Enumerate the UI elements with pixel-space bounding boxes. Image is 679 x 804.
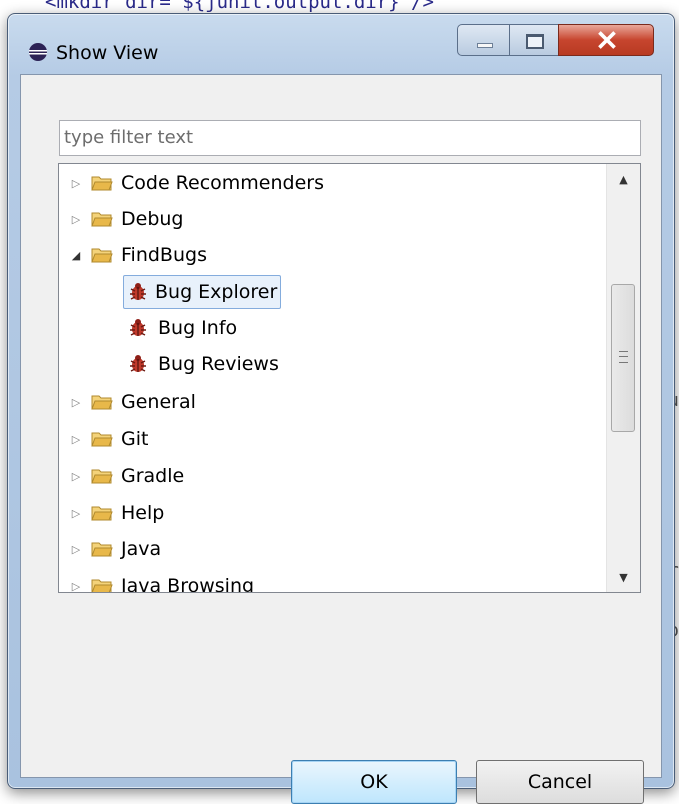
scroll-down-arrow-icon[interactable]: ▼ (607, 562, 640, 592)
vertical-scrollbar[interactable]: ▲ ▼ (606, 164, 640, 592)
selection-highlight: Bug Explorer (123, 275, 282, 309)
view-tree[interactable]: ▷ Code Recommenders ▷ Debug ◢ FindBugs B (58, 163, 641, 593)
folder-icon (91, 212, 113, 227)
tree-item-label: FindBugs (121, 244, 207, 266)
editor-top-code: <mkdir dir="${junit.output.dir}"/> (45, 0, 434, 13)
expand-arrow-icon[interactable]: ▷ (69, 542, 83, 556)
scroll-thumb[interactable] (611, 284, 635, 432)
tree-item-bug-explorer[interactable]: Bug Explorer (123, 274, 282, 310)
tree-item-label: Bug Info (158, 317, 238, 339)
expand-arrow-icon[interactable]: ▷ (69, 469, 83, 483)
tree-item-label: Java Browsing (121, 575, 255, 593)
cancel-button[interactable]: Cancel (476, 760, 644, 804)
folder-icon (91, 248, 113, 263)
folder-icon (91, 176, 113, 191)
tree-item-label: General (121, 391, 196, 413)
tree-item-java-browsing[interactable]: ▷ Java Browsing (69, 568, 257, 593)
expand-arrow-icon[interactable]: ▷ (69, 432, 83, 446)
grip-icon (619, 351, 628, 363)
tree-item-gradle[interactable]: ▷ Gradle (69, 458, 187, 494)
tree-item-label: Debug (121, 208, 184, 230)
tree-item-debug[interactable]: ▷ Debug (69, 201, 186, 237)
tree-item-label: Gradle (121, 465, 185, 487)
tree-item-code-recommenders[interactable]: ▷ Code Recommenders (69, 165, 327, 201)
folder-icon (91, 469, 113, 484)
folder-icon (91, 542, 113, 557)
show-view-dialog: Show View type filter text ▷ Code Recomm… (7, 13, 675, 804)
expand-arrow-icon[interactable]: ▷ (69, 579, 83, 593)
tree-item-bug-info[interactable]: Bug Info (127, 310, 240, 346)
scroll-up-arrow-icon[interactable]: ▲ (607, 164, 640, 194)
collapse-arrow-icon[interactable]: ◢ (69, 248, 83, 262)
title-bar[interactable]: Show View (8, 14, 674, 74)
filter-input[interactable]: type filter text (59, 120, 641, 156)
tree-item-label: Java (121, 538, 162, 560)
maximize-button[interactable] (509, 24, 559, 56)
minimize-button[interactable] (457, 24, 510, 56)
dialog-client-area: type filter text ▷ Code Recommenders ▷ D… (20, 74, 662, 804)
tree-item-label: Bug Explorer (155, 281, 278, 303)
expand-arrow-icon[interactable]: ▷ (69, 176, 83, 190)
tree-item-label: Code Recommenders (121, 172, 324, 194)
ok-button[interactable]: OK (291, 760, 457, 804)
tree-item-help[interactable]: ▷ Help (69, 495, 167, 531)
bug-icon (130, 319, 146, 336)
close-icon (598, 31, 616, 49)
expand-arrow-icon[interactable]: ▷ (69, 506, 83, 520)
folder-icon (91, 395, 113, 410)
dialog-title: Show View (56, 42, 159, 64)
maximize-icon (526, 34, 544, 49)
bug-icon (130, 355, 146, 372)
tree-item-findbugs[interactable]: ◢ FindBugs (69, 237, 210, 273)
folder-icon (91, 506, 113, 521)
folder-icon (91, 579, 113, 592)
minimize-icon (477, 43, 493, 48)
tree-item-label: Help (121, 502, 165, 524)
tree-item-bug-reviews[interactable]: Bug Reviews (127, 346, 282, 382)
eclipse-icon (29, 43, 47, 61)
bug-icon (130, 283, 146, 300)
tree-item-label: Bug Reviews (158, 353, 279, 375)
expand-arrow-icon[interactable]: ▷ (69, 395, 83, 409)
folder-icon (91, 432, 113, 447)
tree-item-java[interactable]: ▷ Java (69, 531, 164, 567)
tree-item-git[interactable]: ▷ Git (69, 421, 151, 457)
close-button[interactable] (558, 24, 654, 56)
tree-item-general[interactable]: ▷ General (69, 384, 199, 420)
expand-arrow-icon[interactable]: ▷ (69, 212, 83, 226)
tree-item-label: Git (121, 428, 149, 450)
